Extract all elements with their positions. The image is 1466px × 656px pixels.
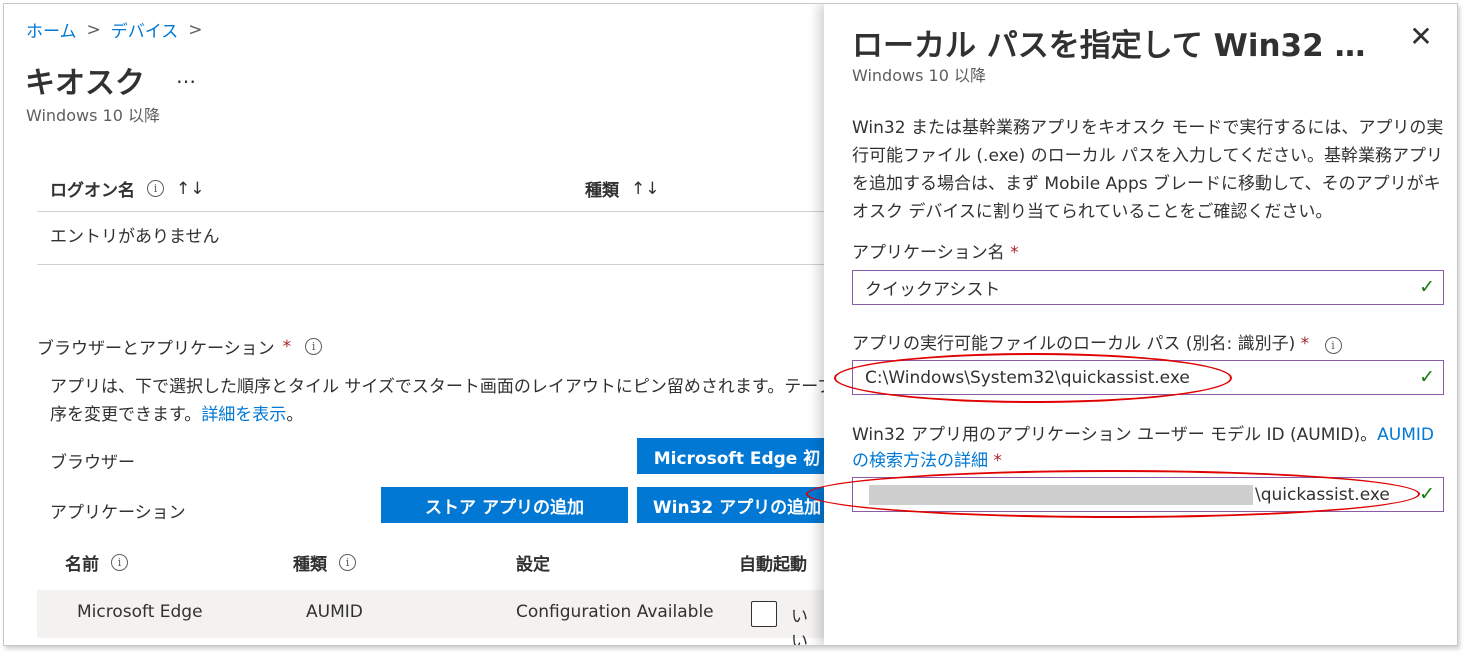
executable-path-field[interactable]: C:\Windows\System32\quickassist.exe ✓ <box>852 360 1444 395</box>
path-label: アプリの実行可能ファイルのローカル パス (別名: 識別子) * i <box>852 331 1342 357</box>
sort-icon[interactable]: ↑↓ <box>631 179 660 199</box>
configuration-link[interactable]: Configuration Available <box>516 602 714 622</box>
autolaunch-label: いい <box>791 607 808 646</box>
required-marker: * <box>282 336 292 357</box>
details-link[interactable]: 詳細を表示 <box>201 405 286 425</box>
table-divider <box>37 211 824 212</box>
close-icon[interactable]: ✕ <box>1406 22 1436 52</box>
required-marker: * <box>1300 334 1310 354</box>
add-win32-app-button[interactable]: Win32 アプリの追加 <box>637 487 824 523</box>
logon-name-column-header[interactable]: ログオン名 i ↑↓ <box>50 176 205 202</box>
browser-label: ブラウザー <box>50 453 135 473</box>
aumid-field[interactable]: \quickassist.exe ✓ <box>852 477 1444 512</box>
breadcrumb-separator: > <box>188 19 203 40</box>
description-text: 。 <box>286 405 304 425</box>
app-type-cell: AUMID <box>306 602 363 622</box>
info-icon[interactable]: i <box>1324 337 1342 354</box>
required-marker: * <box>993 451 1002 471</box>
description-line: アプリは、下で選択した順序とタイル サイズでスタート画面のレイアウトにピン留めさ… <box>50 377 824 397</box>
breadcrumb-devices-link[interactable]: デバイス <box>111 17 179 42</box>
info-icon[interactable]: i <box>111 554 128 571</box>
field-label-text: アプリの実行可能ファイルのローカル パス (別名: 識別子) <box>852 334 1296 354</box>
field-value: \quickassist.exe <box>1255 484 1390 505</box>
autolaunch-checkbox[interactable] <box>751 601 777 627</box>
browsers-apps-description: アプリは、下で選択した順序とタイル サイズでスタート画面のレイアウトにピン留めさ… <box>50 373 824 429</box>
aumid-label: Win32 アプリ用のアプリケーション ユーザー モデル ID (AUMID)。… <box>852 422 1452 474</box>
info-icon[interactable]: i <box>305 338 323 355</box>
add-win32-app-panel: ローカル パスを指定して Win32 アプリを追加 ✕ Windows 10 以… <box>824 4 1457 645</box>
page-title: キオスク <box>25 66 145 101</box>
check-icon: ✓ <box>1419 366 1435 388</box>
sort-icon[interactable]: ↑↓ <box>176 179 205 199</box>
column-header-label: 設定 <box>516 555 550 575</box>
breadcrumb-separator: > <box>86 19 101 40</box>
info-icon[interactable]: i <box>339 554 356 571</box>
panel-subtitle: Windows 10 以降 <box>852 66 986 85</box>
table-divider <box>37 264 824 265</box>
panel-title: ローカル パスを指定して Win32 アプリを追加 <box>852 28 1372 64</box>
field-value: C:\Windows\System32\quickassist.exe <box>865 367 1190 388</box>
field-label-text: Win32 アプリ用のアプリケーション ユーザー モデル ID (AUMID)。 <box>852 425 1378 445</box>
panel-description: Win32 または基幹業務アプリをキオスク モードで実行するには、アプリの実行可… <box>852 118 1444 222</box>
info-icon[interactable]: i <box>147 180 164 197</box>
section-label-text: ブラウザーとアプリケーション <box>37 339 275 359</box>
column-header-label: ログオン名 <box>50 181 135 201</box>
add-edge-button[interactable]: Microsoft Edge 初 <box>637 438 824 474</box>
column-header-label: 種類 <box>585 181 619 201</box>
field-label-text: アプリケーション名 <box>852 243 1005 263</box>
column-header-label: 自動起動 <box>739 555 807 575</box>
breadcrumb: ホーム > デバイス > <box>26 17 203 43</box>
type-column-header[interactable]: 種類 ↑↓ <box>585 176 660 202</box>
app-name-label: アプリケーション名 * <box>852 240 1019 266</box>
add-store-app-button[interactable]: ストア アプリの追加 <box>381 487 628 523</box>
app-type-column-header[interactable]: 種類 i <box>293 550 356 575</box>
kiosk-page: ホーム > デバイス > キオスク … Windows 10 以降 ログオン名 … <box>4 4 824 646</box>
description-text: 序を変更できます。 <box>50 405 202 425</box>
app-name-cell: Microsoft Edge <box>77 602 203 622</box>
page-subtitle: Windows 10 以降 <box>26 106 160 125</box>
more-options-icon[interactable]: … <box>176 64 197 88</box>
redacted-block <box>869 484 1253 505</box>
app-name-field[interactable]: クイックアシスト ✓ <box>852 270 1444 305</box>
description-line: 序を変更できます。詳細を表示。 <box>50 401 824 429</box>
app-window: ホーム > デバイス > キオスク … Windows 10 以降 ログオン名 … <box>3 3 1458 646</box>
column-header-label: 名前 <box>65 555 99 575</box>
breadcrumb-home-link[interactable]: ホーム <box>26 17 77 42</box>
autolaunch-column-header[interactable]: 自動起動 <box>739 550 807 575</box>
field-value: クイックアシスト <box>865 280 1001 300</box>
application-label: アプリケーション <box>50 503 186 523</box>
column-header-label: 種類 <box>293 555 327 575</box>
required-marker: * <box>1010 243 1019 263</box>
settings-column-header[interactable]: 設定 <box>516 550 550 575</box>
check-icon: ✓ <box>1419 276 1435 298</box>
browsers-apps-label: ブラウザーとアプリケーション * i <box>37 334 323 359</box>
check-icon: ✓ <box>1419 483 1435 505</box>
empty-message: エントリがありません <box>50 227 220 247</box>
name-column-header[interactable]: 名前 i <box>65 550 128 575</box>
